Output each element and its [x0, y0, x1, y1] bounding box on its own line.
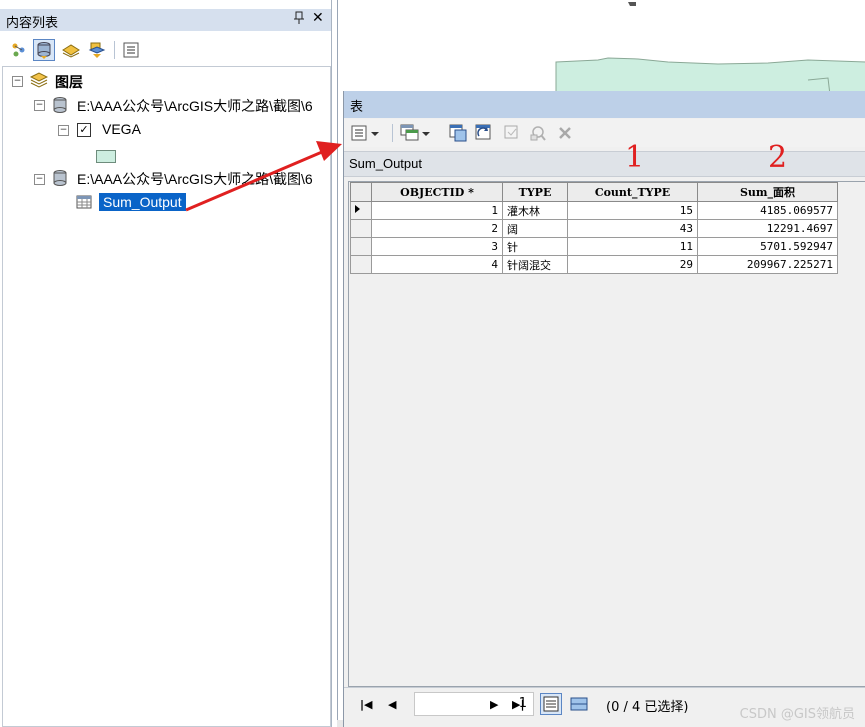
annotation-overlay [185, 141, 342, 212]
annotation-marker-1: 1 [625, 140, 645, 175]
annotation-marker-2: 2 [768, 140, 788, 175]
annotation-arrow-line [185, 150, 323, 212]
annotation-arrowhead [316, 141, 342, 161]
watermark: CSDN @GIS领航员 [739, 707, 855, 722]
